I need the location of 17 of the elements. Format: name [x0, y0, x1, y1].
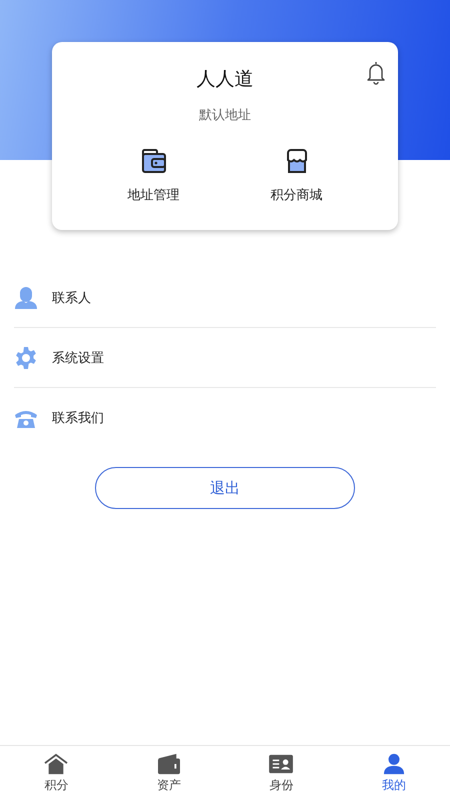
default-address: 默认地址: [199, 107, 251, 124]
menu-item[interactable]: 联系我们: [52, 408, 104, 426]
user-name: 人人道: [196, 67, 254, 92]
tab-item[interactable]: 积分: [0, 746, 112, 800]
menu-item[interactable]: 联系人: [52, 288, 91, 306]
tab-item[interactable]: 我的: [338, 746, 450, 800]
settings-icon: [14, 346, 38, 370]
wallet-icon[interactable]: [140, 148, 168, 174]
shortcut-label[interactable]: 积分商城: [270, 186, 322, 204]
person-icon: [14, 286, 38, 310]
id-card-icon: [267, 752, 296, 774]
tab-item[interactable]: 资产: [112, 746, 225, 800]
logout-button[interactable]: 退出: [95, 467, 355, 509]
menu-item[interactable]: 系统设置: [52, 348, 104, 366]
shortcut-label[interactable]: 地址管理: [128, 186, 180, 204]
tab-item[interactable]: 身份: [225, 746, 338, 800]
house-icon: [42, 752, 70, 774]
